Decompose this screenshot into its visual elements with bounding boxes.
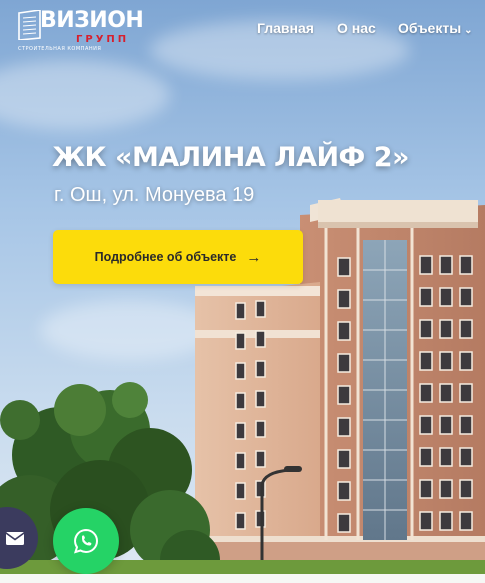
nav-item-objects[interactable]: Объекты ⌄ xyxy=(398,20,473,36)
page-bottom-edge xyxy=(0,574,485,583)
arrow-right-icon: → xyxy=(246,248,262,266)
envelope-icon xyxy=(6,531,24,545)
company-logo[interactable]: ВИЗИОН ГРУПП СТРОИТЕЛЬНАЯ КОМПАНИЯ xyxy=(18,8,144,52)
whatsapp-icon xyxy=(73,528,98,554)
hero-title: ЖК «МАЛИНА ЛАЙФ 2» xyxy=(52,142,409,174)
details-button[interactable]: Подробнее об объекте → xyxy=(53,230,303,284)
hero-section xyxy=(0,0,485,583)
hero-address: г. Ош, ул. Монуева 19 xyxy=(54,184,255,206)
logo-wordmark: ВИЗИОН xyxy=(40,8,144,33)
hero-background-image xyxy=(0,198,485,583)
logo-subtitle: ГРУПП xyxy=(76,34,130,45)
whatsapp-float-button[interactable] xyxy=(53,508,119,574)
nav-item-objects-label: Объекты xyxy=(398,20,462,36)
nav-item-about[interactable]: О нас xyxy=(337,20,376,36)
site-header: ВИЗИОН ГРУПП СТРОИТЕЛЬНАЯ КОМПАНИЯ Главн… xyxy=(0,0,485,60)
logo-tagline: СТРОИТЕЛЬНАЯ КОМПАНИЯ xyxy=(18,46,102,52)
nav-item-home[interactable]: Главная xyxy=(257,20,314,36)
details-button-label: Подробнее об объекте xyxy=(94,250,237,264)
chevron-down-icon: ⌄ xyxy=(464,25,473,36)
